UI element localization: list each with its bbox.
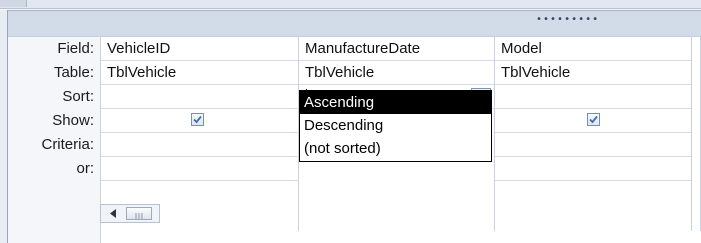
row-label-field: Field: (57, 40, 94, 57)
field-cell[interactable]: VehicleID (101, 37, 298, 61)
criteria-cell[interactable] (495, 133, 691, 157)
row-label-or: or: (76, 160, 94, 177)
criteria-cell[interactable] (101, 133, 298, 157)
pane-splitter[interactable]: ••••••••• (8, 10, 701, 37)
triangle-left-icon[interactable] (103, 207, 123, 220)
empty-cell[interactable] (495, 181, 691, 205)
sort-cell[interactable] (495, 85, 691, 109)
splitter-grip-icon: ••••••••• (536, 14, 600, 25)
grid-column-4 (692, 37, 701, 231)
show-checkbox[interactable] (587, 113, 600, 126)
row-label-table: Table: (53, 64, 94, 81)
row-label-sort: Sort: (62, 88, 94, 105)
grid-column-3: Model TblVehicle (495, 37, 692, 231)
show-cell (495, 109, 691, 133)
sort-dropdown-list: Ascending Descending (not sorted) (299, 90, 492, 162)
scrollbar-thumb[interactable] (126, 207, 152, 220)
row-label-criteria: Criteria: (41, 136, 94, 153)
left-edge (0, 10, 8, 243)
sort-option-not-sorted[interactable]: (not sorted) (300, 137, 491, 160)
show-checkbox[interactable] (191, 113, 204, 126)
sort-option-ascending[interactable]: Ascending (300, 91, 491, 114)
checkmark-icon (193, 115, 202, 124)
or-cell[interactable] (495, 157, 691, 181)
table-cell[interactable]: TblVehicle (495, 61, 691, 85)
empty-cell[interactable] (101, 181, 298, 205)
field-cell[interactable]: ManufactureDate (299, 37, 494, 61)
grip-lines-icon (135, 213, 143, 219)
sort-option-descending[interactable]: Descending (300, 114, 491, 137)
window-tab[interactable] (0, 0, 27, 7)
sort-cell[interactable] (101, 85, 298, 109)
or-cell[interactable] (101, 157, 298, 181)
row-label-show: Show: (52, 112, 94, 129)
checkmark-icon (589, 115, 598, 124)
window-top-strip (0, 0, 701, 9)
row-labels: Field: Table: Sort: Show: Criteria: or: (8, 37, 101, 243)
table-cell[interactable]: TblVehicle (101, 61, 298, 85)
horizontal-scrollbar[interactable] (100, 204, 160, 223)
query-design-window: ••••••••• Field: Table: Sort: Show: Crit… (0, 0, 701, 243)
field-cell[interactable]: Model (495, 37, 691, 61)
table-cell[interactable]: TblVehicle (299, 61, 494, 85)
show-cell (101, 109, 298, 133)
grid-column-1: VehicleID TblVehicle (101, 37, 299, 231)
